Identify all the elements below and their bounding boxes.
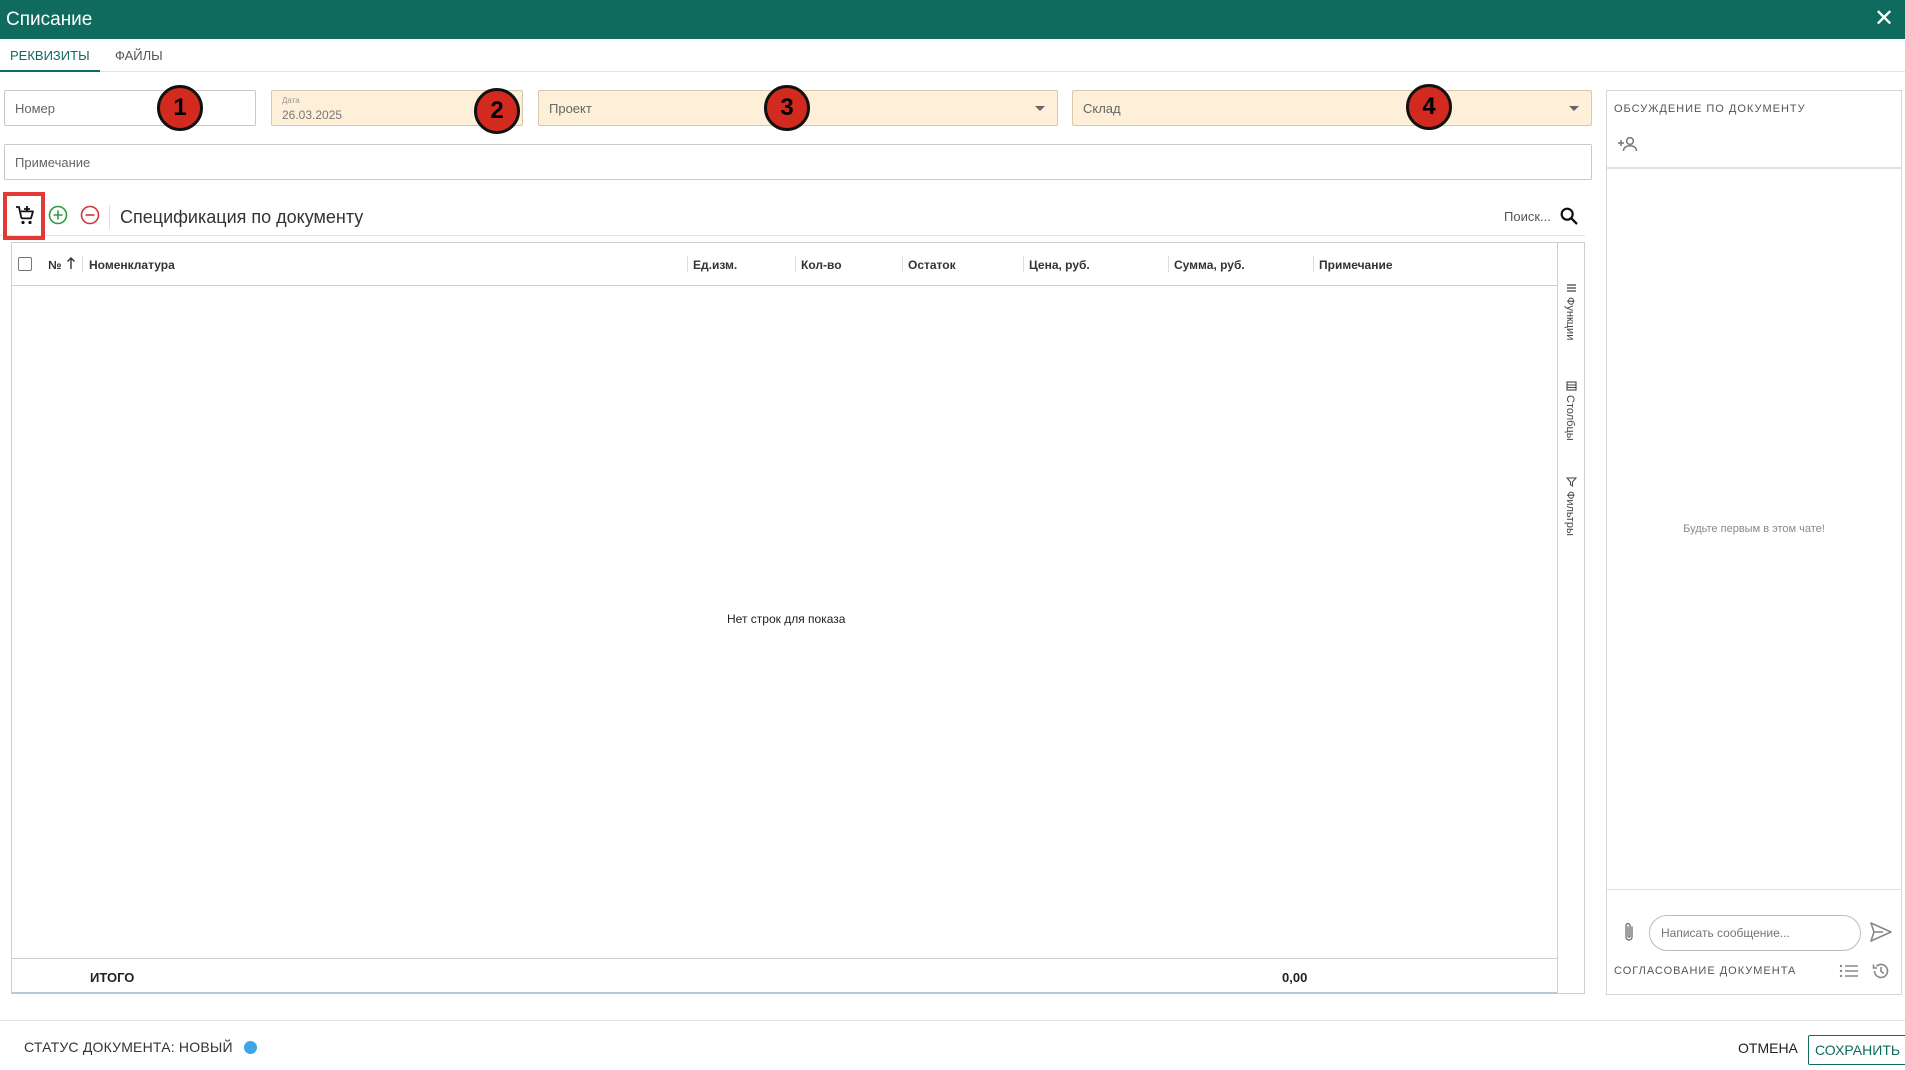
column-separator	[1168, 256, 1169, 272]
tab-files[interactable]: ФАЙЛЫ	[105, 39, 173, 72]
note-field[interactable]: Примечание	[4, 144, 1592, 180]
number-placeholder: Номер	[15, 101, 56, 116]
toolbar-divider	[109, 205, 110, 229]
sort-arrow-up-icon[interactable]	[66, 257, 76, 270]
save-button[interactable]: СОХРАНИТЬ	[1808, 1035, 1905, 1065]
date-value: 26.03.2025	[282, 108, 343, 122]
col-sum[interactable]: Сумма, руб.	[1174, 258, 1245, 272]
menu-icon	[1567, 284, 1576, 292]
warehouse-select[interactable]: Склад	[1072, 90, 1592, 126]
add-participant-icon[interactable]	[1617, 135, 1639, 153]
tab-details[interactable]: РЕКВИЗИТЫ	[0, 39, 100, 72]
col-unit[interactable]: Ед.изм.	[693, 258, 737, 272]
list-icon[interactable]	[1839, 963, 1859, 979]
col-nomenclature[interactable]: Номенклатура	[89, 258, 175, 272]
col-remainder[interactable]: Остаток	[908, 258, 956, 272]
document-status: СТАТУС ДОКУМЕНТА: НОВЫЙ	[24, 1039, 233, 1055]
window-titlebar: Списание ✕	[0, 0, 1905, 39]
marker-3: 3	[764, 85, 810, 131]
columns-icon	[1566, 381, 1577, 391]
tab-bar: РЕКВИЗИТЫ ФАЙЛЫ	[0, 39, 1905, 72]
send-icon[interactable]	[1869, 921, 1893, 943]
discussion-panel: ОБСУЖДЕНИЕ ПО ДОКУМЕНТУ Будьте первым в …	[1606, 90, 1902, 995]
side-tab-functions[interactable]: Функции	[1564, 297, 1576, 340]
chevron-down-icon	[1035, 106, 1045, 111]
marker-2: 2	[474, 88, 520, 134]
column-separator	[82, 256, 83, 272]
column-separator	[687, 256, 688, 272]
minus-circle-icon[interactable]	[78, 203, 102, 227]
search-input[interactable]: Поиск...	[1504, 209, 1551, 224]
filter-icon	[1566, 477, 1577, 487]
col-number[interactable]: №	[48, 258, 61, 272]
col-price[interactable]: Цена, руб.	[1029, 258, 1090, 272]
warehouse-placeholder: Склад	[1083, 101, 1121, 116]
grid-header: № Номенклатура Ед.изм. Кол-во Остаток Це…	[12, 243, 1557, 286]
total-sum: 0,00	[1282, 970, 1308, 985]
marker-4: 4	[1406, 84, 1452, 130]
col-note[interactable]: Примечание	[1319, 258, 1393, 272]
status-indicator	[244, 1041, 257, 1054]
chevron-down-icon	[1569, 106, 1579, 111]
side-tab-columns[interactable]: Столбцы	[1564, 395, 1576, 441]
column-separator	[795, 256, 796, 272]
message-input[interactable]	[1649, 915, 1861, 951]
history-icon[interactable]	[1871, 961, 1891, 981]
column-separator	[902, 256, 903, 272]
approval-title: СОГЛАСОВАНИЕ ДОКУМЕНТА	[1614, 965, 1797, 977]
grid-side-panel: Функции Столбцы Фильтры	[1557, 243, 1585, 993]
discussion-title: ОБСУЖДЕНИЕ ПО ДОКУМЕНТУ	[1614, 103, 1806, 115]
project-placeholder: Проект	[549, 101, 592, 116]
grid-totals-row: ИТОГО 0,00	[12, 958, 1557, 994]
window-title: Списание	[6, 9, 93, 30]
number-field[interactable]: Номер	[4, 90, 256, 126]
empty-grid-message: Нет строк для показа	[727, 612, 846, 626]
side-tab-filters[interactable]: Фильтры	[1564, 491, 1576, 536]
total-label: ИТОГО	[90, 970, 135, 985]
discussion-empty-message: Будьте первым в этом чате!	[1683, 523, 1825, 535]
column-separator	[1023, 256, 1024, 272]
spec-grid: № Номенклатура Ед.изм. Кол-во Остаток Це…	[11, 242, 1585, 994]
highlight-box	[3, 192, 45, 240]
spec-title: Спецификация по документу	[120, 207, 364, 227]
cancel-button[interactable]: ОТМЕНА	[1728, 1033, 1808, 1063]
col-quantity[interactable]: Кол-во	[801, 258, 842, 272]
bottom-bar: СТАТУС ДОКУМЕНТА: НОВЫЙ ОТМЕНА СОХРАНИТЬ	[0, 1020, 1905, 1070]
marker-1: 1	[157, 85, 203, 131]
search-icon[interactable]	[1558, 205, 1580, 227]
discussion-divider	[1607, 889, 1901, 890]
discussion-divider	[1607, 167, 1901, 169]
select-all-checkbox[interactable]	[18, 257, 32, 271]
plus-circle-icon[interactable]	[46, 203, 70, 227]
date-label: Дата	[282, 96, 300, 105]
column-separator	[1313, 256, 1314, 272]
note-placeholder: Примечание	[15, 155, 91, 170]
close-icon[interactable]: ✕	[1871, 6, 1897, 32]
attach-icon[interactable]	[1621, 921, 1637, 943]
